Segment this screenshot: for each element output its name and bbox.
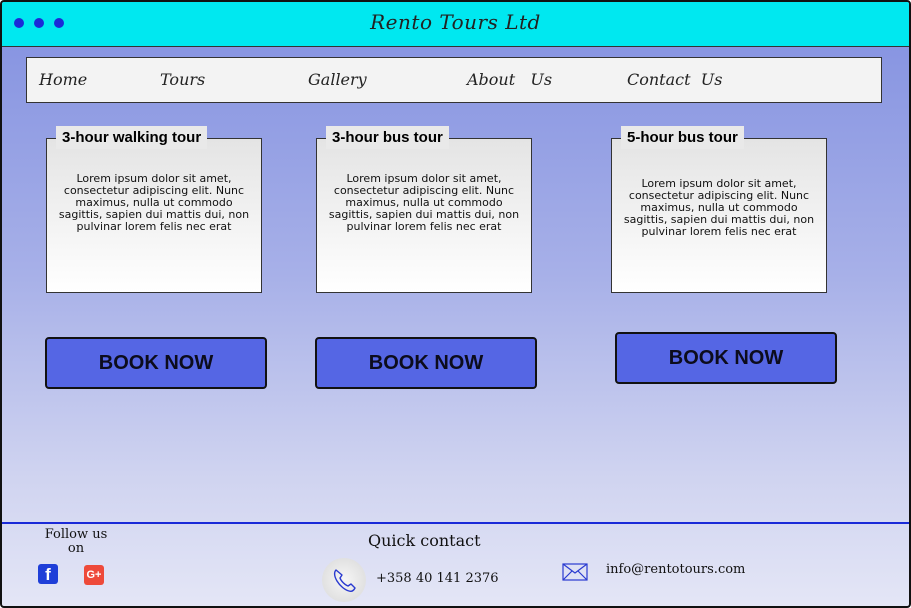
site-logo-title: Rento Tours Ltd (370, 10, 541, 34)
email-address[interactable]: info@rentotours.com (606, 562, 745, 577)
footer-divider (2, 522, 909, 524)
book-now-button-bus-3h[interactable]: BOOK NOW (315, 337, 537, 389)
facebook-icon[interactable]: f (38, 564, 58, 584)
nav-about-us[interactable]: About Us (467, 70, 552, 89)
book-now-button-walking[interactable]: BOOK NOW (45, 337, 267, 389)
nav-home[interactable]: Home (39, 70, 87, 89)
book-now-button-bus-5h[interactable]: BOOK NOW (615, 332, 837, 384)
main-navigation: Home Tours Gallery About Us Contact Us (26, 57, 882, 103)
follow-us-label: Follow us on (44, 527, 108, 556)
nav-tours[interactable]: Tours (160, 70, 205, 89)
phone-number[interactable]: +358 40 141 2376 (376, 571, 499, 586)
tour-card-title: 3-hour bus tour (326, 126, 449, 149)
quick-contact-heading: Quick contact (368, 531, 481, 550)
tour-card-description: Lorem ipsum dolor sit amet, consectetur … (328, 172, 520, 233)
google-plus-icon[interactable]: G+ (84, 565, 104, 585)
phone-icon[interactable] (322, 558, 366, 602)
tour-card-title: 5-hour bus tour (621, 126, 744, 149)
browser-window: Rento Tours Ltd Home Tours Gallery About… (0, 0, 911, 608)
tour-card-walking: 3-hour walking tour Lorem ipsum dolor si… (46, 126, 262, 293)
tour-card-title: 3-hour walking tour (56, 126, 208, 149)
tour-card-bus-5h: 5-hour bus tour Lorem ipsum dolor sit am… (611, 126, 827, 293)
title-bar: Rento Tours Ltd (2, 2, 909, 47)
tour-card-description: Lorem ipsum dolor sit amet, consectetur … (58, 172, 250, 233)
mail-icon[interactable] (562, 563, 588, 585)
tour-card-description: Lorem ipsum dolor sit amet, consectetur … (623, 177, 815, 238)
nav-contact-us[interactable]: Contact Us (627, 70, 722, 89)
tour-card-bus-3h: 3-hour bus tour Lorem ipsum dolor sit am… (316, 126, 532, 293)
nav-gallery[interactable]: Gallery (308, 70, 367, 89)
